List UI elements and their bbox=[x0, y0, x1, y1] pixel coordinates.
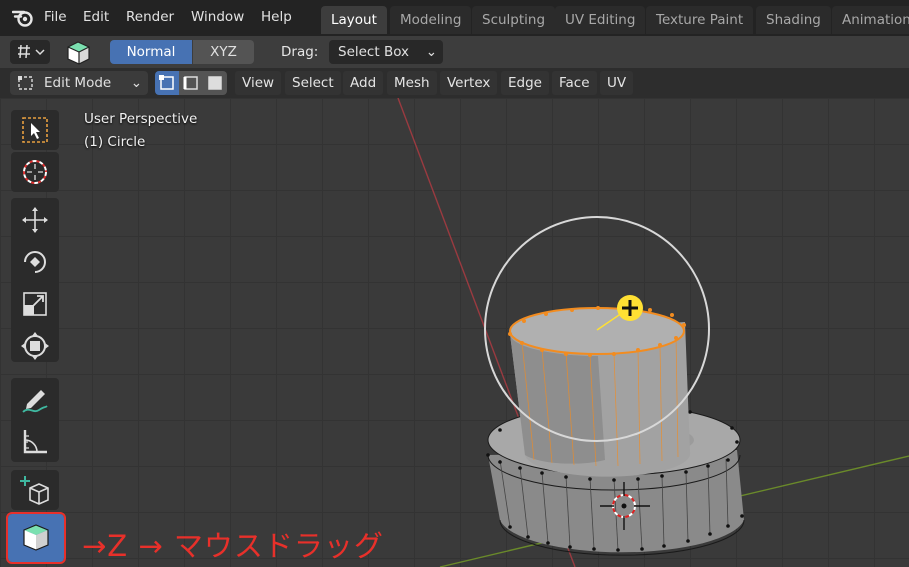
orientation-dropdown[interactable] bbox=[10, 40, 50, 64]
annotate-pencil-icon bbox=[22, 390, 48, 413]
mode-dropdown[interactable]: Edit Mode ⌄ bbox=[10, 71, 148, 95]
tab-sculpting[interactable]: Sculpting bbox=[472, 6, 556, 34]
tool-rotate[interactable] bbox=[11, 242, 59, 282]
3d-viewport[interactable]: User Perspective (1) Circle bbox=[0, 98, 909, 567]
edit-mode-icon bbox=[18, 76, 33, 90]
gizmo-plus-icon[interactable] bbox=[617, 295, 643, 321]
rotate-icon bbox=[24, 251, 46, 273]
blender-logo-icon[interactable] bbox=[12, 8, 34, 28]
menu-file[interactable]: File bbox=[44, 9, 67, 25]
tab-uv-editing[interactable]: UV Editing bbox=[555, 6, 646, 34]
drag-dropdown[interactable]: Select Box ⌄ bbox=[329, 40, 443, 64]
scale-icon bbox=[23, 292, 47, 316]
viewport-header: Edit Mode ⌄ View Select Add Mesh Vertex … bbox=[0, 68, 909, 98]
tab-texture-paint[interactable]: Texture Paint bbox=[646, 6, 754, 34]
vertex-select-button[interactable] bbox=[155, 71, 179, 95]
tool-cursor[interactable] bbox=[11, 152, 59, 192]
menu-select[interactable]: Select bbox=[285, 71, 341, 95]
tab-shading[interactable]: Shading bbox=[756, 6, 831, 34]
menu-render[interactable]: Render bbox=[126, 9, 174, 25]
tool-annotate[interactable] bbox=[11, 380, 59, 420]
menu-mesh[interactable]: Mesh bbox=[387, 71, 437, 95]
menu-view[interactable]: View bbox=[235, 71, 282, 95]
tab-modeling[interactable]: Modeling bbox=[390, 6, 472, 34]
select-mode-group bbox=[155, 71, 227, 95]
drag-label: Drag: bbox=[281, 44, 319, 60]
perspective-label: User Perspective bbox=[84, 111, 198, 127]
face-select-icon bbox=[208, 76, 222, 90]
menu-help[interactable]: Help bbox=[261, 9, 292, 25]
edge-select-button[interactable] bbox=[179, 71, 203, 95]
chevron-down-icon: ⌄ bbox=[425, 44, 437, 60]
mesh-cube-icon bbox=[67, 41, 90, 65]
measure-icon bbox=[23, 430, 47, 454]
face-select-button[interactable] bbox=[203, 71, 227, 95]
menu-vertex[interactable]: Vertex bbox=[440, 71, 498, 95]
instruction-annotation: →Z → マウスドラッグ bbox=[82, 529, 384, 563]
drag-value: Select Box bbox=[338, 44, 410, 60]
extruded-cylinder bbox=[508, 306, 691, 477]
tool-extrude-region[interactable] bbox=[6, 512, 66, 564]
normal-button[interactable]: Normal bbox=[110, 40, 192, 64]
tool-select-box[interactable] bbox=[11, 110, 59, 150]
menu-window[interactable]: Window bbox=[191, 9, 244, 25]
object-label: (1) Circle bbox=[84, 134, 146, 150]
tool-move[interactable] bbox=[11, 200, 59, 240]
menu-edit[interactable]: Edit bbox=[83, 9, 109, 25]
vertex-select-icon bbox=[159, 75, 174, 90]
cursor-icon bbox=[23, 160, 47, 184]
viewport-scene bbox=[397, 98, 909, 567]
tool-transform[interactable] bbox=[11, 326, 59, 366]
edge-select-icon bbox=[183, 76, 198, 90]
add-cube-icon bbox=[20, 476, 49, 505]
extrude-region-icon bbox=[23, 524, 49, 551]
menu-uv[interactable]: UV bbox=[600, 71, 634, 95]
select-box-icon bbox=[22, 117, 48, 143]
tab-layout[interactable]: Layout bbox=[321, 6, 387, 34]
move-icon bbox=[22, 207, 48, 233]
selected-edge-loop bbox=[509, 307, 685, 355]
menu-edge[interactable]: Edge bbox=[501, 71, 549, 95]
tool-measure[interactable] bbox=[11, 422, 59, 462]
chevron-down-icon: ⌄ bbox=[130, 75, 142, 91]
tool-add-cube[interactable] bbox=[11, 470, 59, 510]
mode-value: Edit Mode bbox=[44, 75, 112, 91]
xyz-button[interactable]: XYZ bbox=[193, 40, 254, 64]
top-menu-bar: File Edit Render Window Help Layout Mode… bbox=[0, 0, 909, 36]
tool-settings-header: Normal XYZ Drag: Select Box ⌄ bbox=[0, 36, 909, 68]
menu-add[interactable]: Add bbox=[343, 71, 384, 95]
transform-orientation-icon bbox=[18, 44, 45, 59]
menu-face[interactable]: Face bbox=[552, 71, 597, 95]
tool-scale[interactable] bbox=[11, 284, 59, 324]
tab-animation[interactable]: Animation bbox=[832, 6, 909, 34]
transform-icon bbox=[21, 332, 49, 360]
